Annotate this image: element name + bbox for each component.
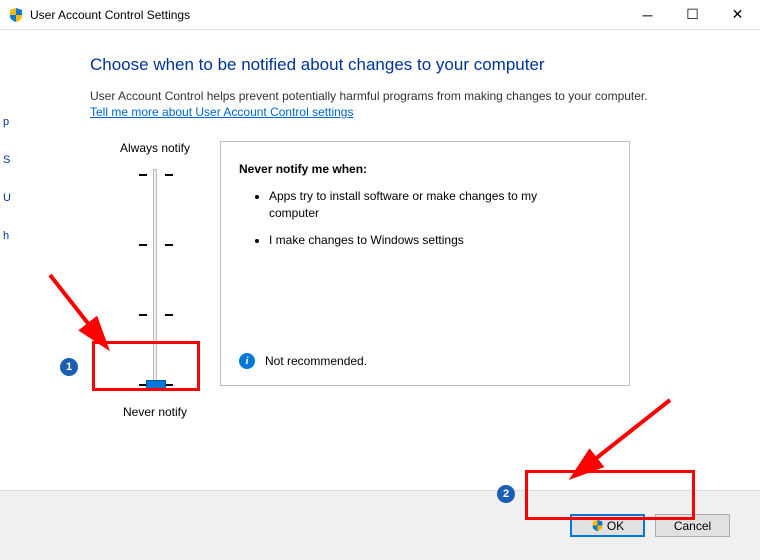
recommendation-text: Not recommended.	[265, 354, 367, 368]
description-title: Never notify me when:	[239, 162, 611, 176]
window-controls: ─ ☐ ✕	[625, 1, 760, 29]
window-title: User Account Control Settings	[30, 8, 625, 22]
titlebar: User Account Control Settings ─ ☐ ✕	[0, 0, 760, 30]
page-subtext: User Account Control helps prevent poten…	[90, 89, 720, 103]
description-bullet: Apps try to install software or make cha…	[269, 188, 549, 222]
background-fragment: pSUh	[0, 30, 20, 560]
close-button[interactable]: ✕	[715, 1, 760, 29]
annotation-callout-2: 2	[497, 485, 515, 503]
uac-shield-icon	[591, 519, 604, 532]
slider-label-never: Never notify	[123, 405, 187, 419]
recommendation-row: i Not recommended.	[239, 353, 367, 369]
description-bullet: I make changes to Windows settings	[269, 232, 549, 249]
description-panel: Never notify me when: Apps try to instal…	[220, 141, 630, 386]
slider-label-always: Always notify	[120, 141, 190, 155]
annotation-highlight-slider	[92, 341, 200, 391]
uac-shield-icon	[8, 7, 24, 23]
cancel-button-label: Cancel	[674, 519, 711, 533]
learn-more-link[interactable]: Tell me more about User Account Control …	[90, 105, 353, 119]
annotation-callout-1: 1	[60, 358, 78, 376]
minimize-button[interactable]: ─	[625, 1, 670, 29]
annotation-highlight-buttons	[525, 470, 695, 520]
maximize-button[interactable]: ☐	[670, 1, 715, 29]
ok-button-label: OK	[607, 519, 624, 533]
page-heading: Choose when to be notified about changes…	[90, 55, 720, 75]
info-icon: i	[239, 353, 255, 369]
description-list: Apps try to install software or make cha…	[239, 188, 611, 248]
